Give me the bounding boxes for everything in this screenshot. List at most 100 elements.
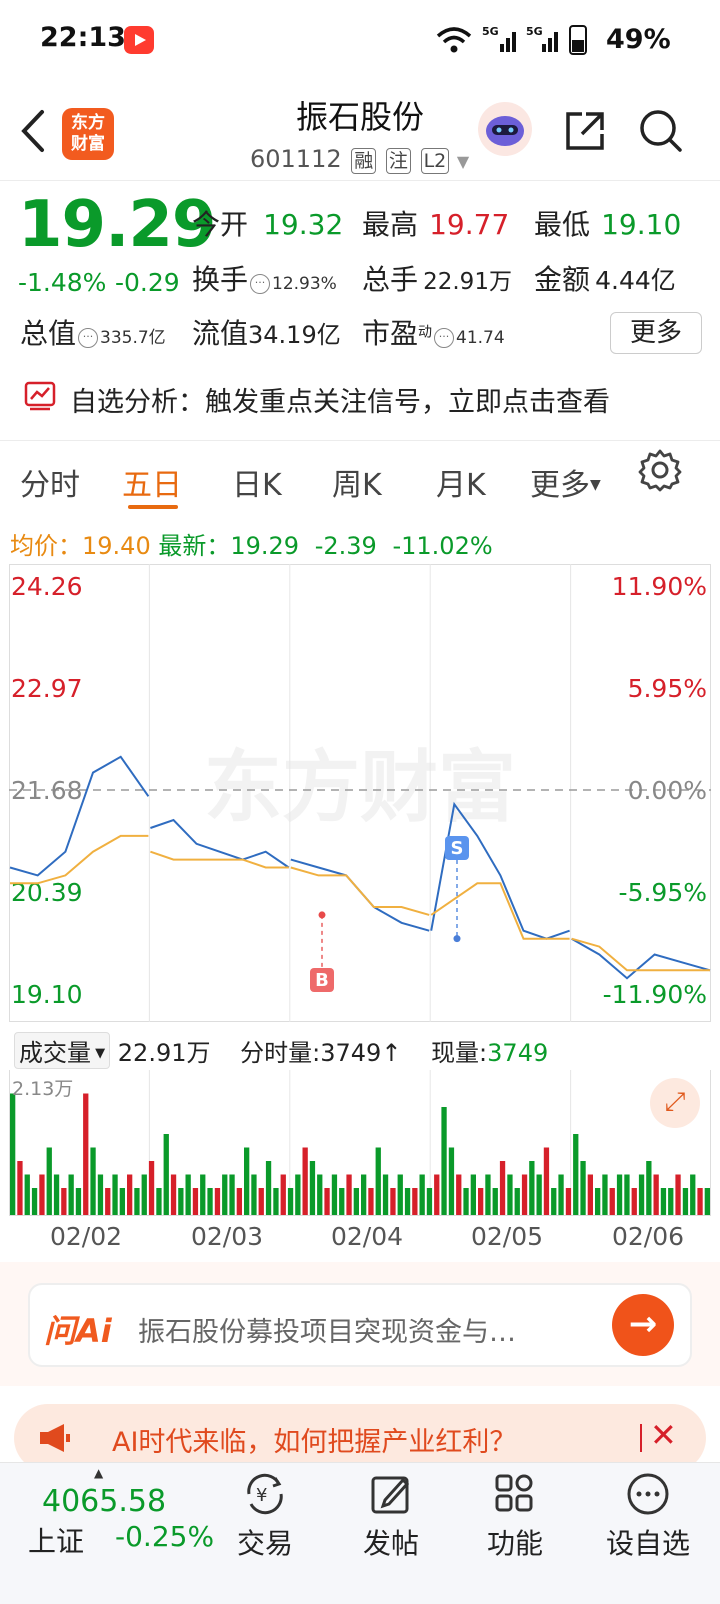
amount-value: 4.44亿: [595, 266, 676, 295]
volume-bar: [653, 1174, 659, 1215]
dropdown-icon[interactable]: ▼: [457, 152, 469, 171]
grid-apps-icon: [495, 1474, 533, 1512]
arrow-right-icon[interactable]: →: [612, 1294, 674, 1356]
ai-question-text[interactable]: 振石股份募投项目突现资金与…: [138, 1310, 516, 1349]
volume-bar: [222, 1174, 228, 1215]
pe-label: 市盈: [362, 317, 419, 350]
volume-bar: [127, 1174, 133, 1215]
current-volume-value: 3749: [487, 1039, 549, 1067]
more-circle-icon: [627, 1473, 669, 1515]
y-tick-left: 22.97: [11, 674, 83, 703]
tab-weekly-k[interactable]: 周K: [332, 460, 382, 504]
volume-bar: [690, 1174, 696, 1215]
alert-message[interactable]: 自选分析：触发重点关注信号，立即点击查看: [70, 380, 610, 419]
tab-intraday[interactable]: 分时: [20, 460, 80, 504]
promo-text[interactable]: AI时代来临，如何把握产业红利？: [112, 1420, 516, 1459]
tab-daily-k[interactable]: 日K: [232, 460, 282, 504]
volume-bar: [148, 1161, 155, 1215]
edit-post-icon: [371, 1476, 410, 1514]
buy-marker-dot: [318, 911, 326, 919]
y-tick-right: -5.95%: [619, 878, 707, 907]
volume-bar: [492, 1188, 498, 1215]
volume-bar: [558, 1174, 564, 1215]
pe-value: 41.74: [456, 328, 505, 348]
volume-bar: [61, 1188, 67, 1215]
volume-selector[interactable]: 成交量 ▼: [14, 1032, 111, 1069]
volume-bar: [207, 1188, 213, 1215]
tab-monthly-k[interactable]: 月K: [436, 460, 486, 504]
volume-bar: [675, 1174, 681, 1215]
sell-marker-dot: [453, 935, 461, 943]
avg-price-line: [290, 866, 430, 916]
volume-bar: [514, 1188, 520, 1215]
index-value[interactable]: 4065.58: [42, 1484, 166, 1519]
index-change-pct[interactable]: -0.25%: [115, 1520, 214, 1553]
index-name[interactable]: 上证: [28, 1520, 84, 1560]
nav-post[interactable]: 发帖: [336, 1470, 446, 1562]
registered-tag: 注: [385, 148, 411, 174]
volume-bar: [375, 1147, 381, 1215]
date-label: 02/04: [331, 1222, 404, 1251]
stock-code-row[interactable]: 601112 融 注 L2 ▼: [250, 145, 469, 174]
volume-label: 总手: [362, 263, 419, 296]
expand-icon[interactable]: ⤢: [650, 1078, 700, 1128]
nav-functions[interactable]: 功能: [460, 1470, 570, 1562]
volume-bar: [485, 1174, 491, 1215]
volume-bar: [478, 1188, 484, 1215]
stock-name: 振石股份: [295, 98, 424, 136]
volume-bar: [156, 1188, 162, 1215]
more-dots-icon[interactable]: ···: [78, 328, 99, 348]
battery-level: 49%: [606, 24, 671, 55]
latest-change-pct: -11.02%: [392, 532, 493, 560]
megaphone-icon: [40, 1424, 70, 1452]
more-dots-icon[interactable]: ···: [434, 328, 455, 348]
buy-marker-label: B: [315, 970, 329, 991]
amount-field: 金额 4.44亿: [534, 258, 676, 298]
y-tick-left: 19.10: [11, 980, 83, 1009]
volume-bar: [229, 1174, 235, 1215]
more-button[interactable]: 更多: [610, 312, 702, 354]
svg-text:5G: 5G: [526, 25, 543, 38]
tab-more[interactable]: 更多▼: [530, 460, 601, 504]
current-volume-label: 现量:: [431, 1039, 488, 1067]
volume-bar: [565, 1188, 572, 1215]
status-time: 22:13: [40, 22, 126, 53]
open-value: 19.32: [263, 208, 344, 241]
close-icon[interactable]: ✕: [650, 1416, 677, 1454]
volume-bar: [302, 1147, 308, 1215]
more-dots-icon[interactable]: ···: [250, 274, 271, 294]
market-cap-field: 总值 ··· 335.7亿: [20, 312, 166, 352]
search-icon[interactable]: [636, 106, 686, 156]
volume-bar: [236, 1188, 242, 1215]
divider: [9, 1215, 711, 1216]
stock-code: 601112: [250, 145, 342, 173]
caret-up-icon: ▲: [94, 1466, 104, 1480]
tab-five-day[interactable]: 五日: [122, 460, 182, 504]
ai-robot-avatar-icon[interactable]: [476, 100, 534, 158]
current-price: 19.29: [18, 188, 216, 262]
turnover-field: 换手 ··· 12.93%: [192, 258, 337, 298]
volume-bar: [521, 1174, 528, 1215]
volume-bar: [697, 1188, 703, 1215]
wifi-icon: [436, 27, 472, 38]
nav-trade[interactable]: ¥ 交易: [210, 1470, 320, 1562]
up-arrow-icon: ↑: [381, 1039, 402, 1067]
low-value: 19.10: [601, 208, 682, 241]
volume-bar: [660, 1188, 667, 1215]
y-tick-right: 5.95%: [628, 674, 707, 703]
nav-add-watchlist[interactable]: 设自选: [588, 1470, 708, 1562]
avg-price-row: 均价：19.40 最新：19.29 -2.39 -11.02%: [10, 526, 493, 561]
latest-change: -2.39: [314, 532, 377, 560]
high-label: 最高: [362, 208, 419, 241]
screen-record-icon: [124, 26, 154, 54]
turnover-label: 换手: [192, 263, 249, 296]
five-day-price-chart[interactable]: 东方财富24.26 11.90%22.97 5.95%21.68 0.00%20.39…: [9, 564, 711, 1022]
analysis-chart-icon: [24, 381, 56, 411]
share-icon[interactable]: [562, 108, 608, 154]
date-label: 02/03: [191, 1222, 264, 1251]
settings-gear-icon[interactable]: [638, 448, 682, 492]
volume-bar: [543, 1147, 550, 1215]
volume-bar: [331, 1174, 338, 1215]
volume-bar: [339, 1188, 345, 1215]
cell-signal-icon-1: 5G: [482, 25, 516, 52]
